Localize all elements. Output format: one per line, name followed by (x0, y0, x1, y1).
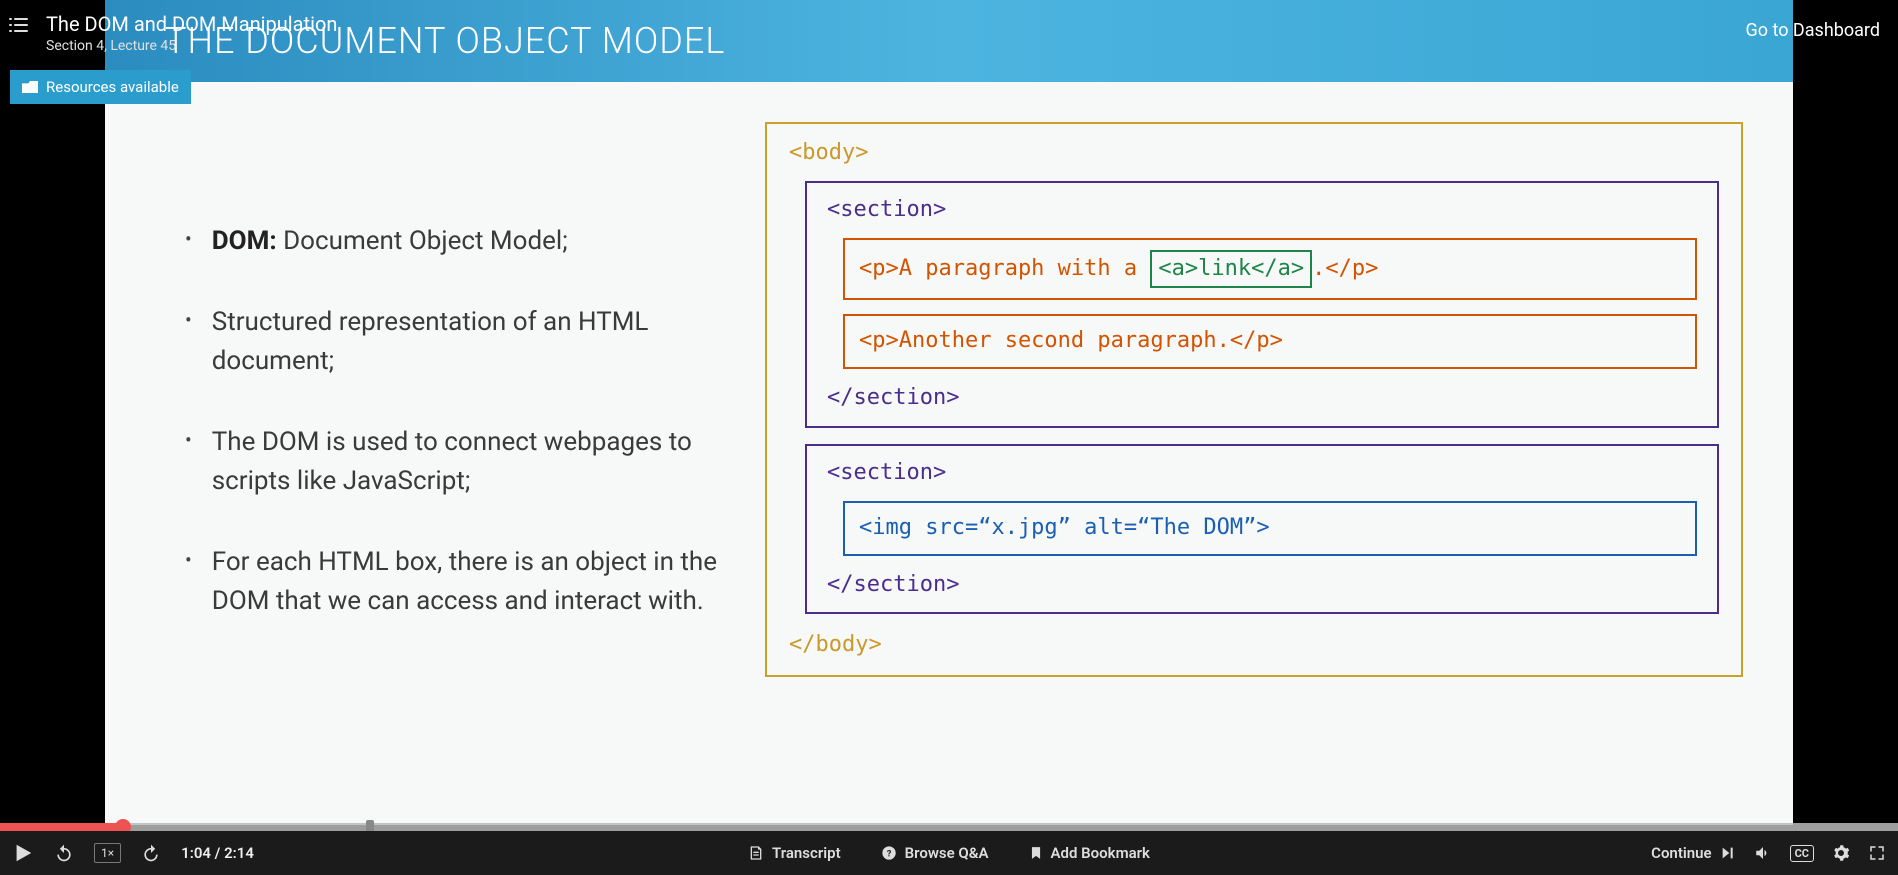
slide-bullets: DOM: Document Object Model; Structured r… (185, 122, 725, 677)
video-slide: THE DOCUMENT OBJECT MODEL DOM: Document … (105, 0, 1793, 825)
playback-speed-button[interactable]: 1× (94, 843, 121, 863)
continue-label: Continue (1651, 844, 1711, 862)
resources-label: Resources available (46, 78, 179, 96)
folder-icon (22, 81, 38, 93)
resources-badge[interactable]: Resources available (10, 70, 191, 104)
rewind-button[interactable] (54, 843, 74, 863)
add-bookmark-button[interactable]: Add Bookmark (1029, 844, 1150, 862)
settings-button[interactable] (1832, 844, 1850, 862)
svg-text:?: ? (886, 848, 891, 859)
code-body-box: <body> <section> <p>A paragraph with a <… (765, 122, 1743, 677)
transcript-button[interactable]: Transcript (748, 844, 841, 862)
code-img-line: <img src=“x.jpg” alt=“The DOM”> (859, 515, 1270, 540)
code-body-close: </body> (789, 630, 1719, 661)
time-text: 1:04 / 2:14 (181, 844, 254, 862)
cc-label: CC (1790, 845, 1814, 862)
speed-value: 1× (94, 843, 121, 863)
code-section-box: <section> <p>A paragraph with a <a>link<… (805, 181, 1719, 428)
bookmark-label: Add Bookmark (1051, 844, 1150, 862)
code-p2: <p>Another second paragraph.</p> (859, 328, 1283, 353)
bullet-bold: DOM: (212, 226, 277, 256)
code-section-close: </section> (827, 383, 1697, 414)
progress-buffered (0, 823, 1898, 831)
code-p1-post: .</p> (1312, 256, 1378, 281)
code-p-box: <p>Another second paragraph.</p> (843, 314, 1697, 369)
code-body-open: <body> (789, 138, 1719, 169)
next-icon (1720, 845, 1736, 861)
lecture-title: The DOM and DOM Manipulation (46, 12, 337, 36)
bullet-text: For each HTML box, there is an object in… (212, 543, 725, 621)
code-section-close: </section> (827, 570, 1697, 601)
code-p1-pre: <p>A paragraph with a (859, 256, 1150, 281)
code-p-box: <p>A paragraph with a <a>link</a>.</p> (843, 238, 1697, 301)
lecture-subtitle: Section 4, Lecture 45 (46, 38, 337, 54)
fullscreen-button[interactable] (1868, 844, 1886, 862)
continue-button[interactable]: Continue (1651, 844, 1735, 862)
bullet-text: The DOM is used to connect webpages to s… (212, 423, 725, 501)
curriculum-menu-icon[interactable] (14, 18, 32, 32)
video-controls: 1× 1:04 / 2:14 Transcript ? Browse Q&A A… (0, 831, 1898, 875)
lecture-info: The DOM and DOM Manipulation Section 4, … (46, 12, 337, 54)
bullet-item: For each HTML box, there is an object in… (185, 543, 725, 621)
code-section-open: <section> (827, 195, 1697, 226)
code-section-box: <section> <img src=“x.jpg” alt=“The DOM”… (805, 444, 1719, 614)
video-progress-bar[interactable] (0, 823, 1898, 831)
dashboard-link[interactable]: Go to Dashboard (1746, 20, 1881, 41)
transcript-label: Transcript (772, 844, 841, 862)
code-diagram: <body> <section> <p>A paragraph with a <… (765, 122, 1743, 677)
code-img-box: <img src=“x.jpg” alt=“The DOM”> (843, 501, 1697, 556)
bullet-text: Structured representation of an HTML doc… (212, 303, 725, 381)
bullet-item: The DOM is used to connect webpages to s… (185, 423, 725, 501)
bullet-item: Structured representation of an HTML doc… (185, 303, 725, 381)
forward-button[interactable] (141, 843, 161, 863)
code-section-open: <section> (827, 458, 1697, 489)
volume-button[interactable] (1754, 844, 1772, 862)
video-overlay-header: The DOM and DOM Manipulation Section 4, … (0, 0, 1898, 64)
code-a-box: <a>link</a> (1150, 250, 1312, 289)
qa-label: Browse Q&A (905, 844, 989, 862)
progress-played (0, 823, 123, 831)
captions-button[interactable]: CC (1790, 845, 1814, 862)
bullet-item: DOM: Document Object Model; (185, 222, 725, 261)
time-display: 1:04 / 2:14 (181, 844, 254, 862)
browse-qa-button[interactable]: ? Browse Q&A (881, 844, 989, 862)
play-button[interactable] (12, 842, 34, 864)
bullet-text: Document Object Model; (277, 226, 568, 256)
